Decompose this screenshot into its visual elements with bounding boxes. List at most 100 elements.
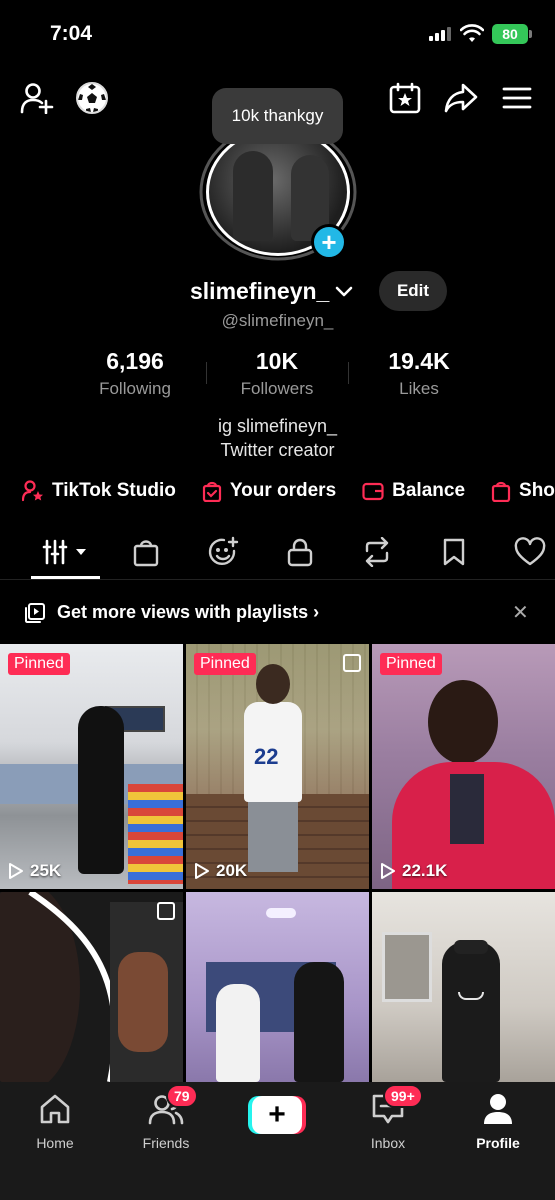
create-button[interactable]: + <box>248 1096 306 1134</box>
play-icon <box>381 863 395 879</box>
thumbnail-head <box>256 664 290 704</box>
lock-icon <box>287 538 313 567</box>
profile-icon <box>484 1094 512 1124</box>
view-count: 25K <box>8 861 61 881</box>
view-count: 22.1K <box>380 861 447 881</box>
video-thumbnail[interactable]: 22 Pinned 20K <box>186 644 369 889</box>
person-star-icon <box>22 480 43 502</box>
thumbnail-pants <box>248 802 298 872</box>
stat-likes[interactable]: 19.4K Likes <box>349 348 489 399</box>
tab-reposts[interactable] <box>359 534 395 570</box>
heart-icon <box>514 537 546 566</box>
stat-value: 19.4K <box>388 348 450 374</box>
playlist-banner[interactable]: Get more views with playlists › ✕ <box>0 590 555 634</box>
balance-link[interactable]: Balance <box>362 480 465 502</box>
link-label: Balance <box>392 480 466 501</box>
status-bar: 7:04 80 <box>0 0 555 70</box>
thumbnail-person <box>442 942 500 1082</box>
smiley-sparkle-icon <box>208 536 239 566</box>
shop-link[interactable]: Sho <box>491 480 555 502</box>
bio-line: Twitter creator <box>220 440 335 460</box>
bookmark-icon <box>443 538 465 566</box>
battery-tip <box>529 30 532 38</box>
edit-profile-button[interactable]: Edit <box>379 271 447 311</box>
close-icon[interactable]: ✕ <box>512 600 529 625</box>
link-label: TikTok Studio <box>52 480 176 501</box>
battery-indicator: 80 <box>492 24 528 44</box>
playlist-icon <box>25 603 45 623</box>
thumbnail-head <box>428 680 498 764</box>
thumbnail-hat <box>454 940 488 954</box>
profile-stats: 6,196 Following 10K Followers 19.4K Like… <box>0 348 555 404</box>
view-count-value: 25K <box>30 861 62 880</box>
tab-liked[interactable] <box>512 534 548 570</box>
stat-label: Following <box>99 379 171 398</box>
thumbnail-person <box>294 962 344 1082</box>
shop-bag-icon <box>491 481 511 502</box>
view-count-value: 20K <box>216 861 248 880</box>
bag-check-icon <box>202 481 221 502</box>
stat-followers[interactable]: 10K Followers <box>207 348 347 399</box>
video-thumbnail[interactable]: Pinned 25K <box>0 644 183 889</box>
nav-label: Home <box>36 1135 74 1151</box>
stat-following[interactable]: 6,196 Following <box>65 348 205 399</box>
soccer-ball-icon[interactable] <box>76 82 108 114</box>
thumbnail-jersey-number: 22 <box>254 744 279 769</box>
calendar-star-icon[interactable] <box>389 82 421 114</box>
bio-line: ig slimefineyn_ <box>217 416 338 436</box>
tiktok-studio-link[interactable]: TikTok Studio <box>22 480 176 502</box>
video-thumbnail[interactable]: Pinned 22.1K <box>372 644 555 889</box>
tab-private[interactable] <box>282 534 318 570</box>
wifi-icon <box>460 24 484 42</box>
thumbnail-person <box>118 952 168 1052</box>
shopping-bag-icon <box>133 540 159 567</box>
multi-photo-icon <box>157 902 175 920</box>
multi-photo-icon <box>343 654 361 672</box>
chevron-down-icon <box>336 286 353 296</box>
wallet-icon <box>362 482 384 501</box>
video-thumbnail[interactable] <box>372 892 555 1082</box>
username: slimefineyn_ <box>190 278 330 304</box>
your-orders-link[interactable]: Your orders <box>202 480 336 502</box>
nav-home[interactable]: Home <box>15 1092 95 1151</box>
view-count-value: 22.1K <box>402 861 448 880</box>
nav-label: Friends <box>142 1135 190 1151</box>
hamburger-menu-icon[interactable] <box>502 86 532 110</box>
video-grid: Pinned 25K 22 Pinned 20K Pinned 22.1K <box>0 644 555 1082</box>
thumbnail-ceiling-light <box>266 908 296 918</box>
user-handle: @slimefineyn_ <box>221 311 334 330</box>
add-story-button[interactable]: + <box>311 224 347 260</box>
link-label: Sho <box>519 480 555 501</box>
thumbnail-chain <box>458 992 484 1000</box>
view-count: 20K <box>194 861 247 881</box>
stat-label: Likes <box>399 379 439 398</box>
playlist-banner-text: Get more views with playlists › <box>57 602 320 622</box>
pinned-badge: Pinned <box>194 653 256 675</box>
pinned-badge: Pinned <box>380 653 442 675</box>
nav-profile[interactable]: Profile <box>458 1092 538 1151</box>
video-thumbnail[interactable] <box>186 892 369 1082</box>
profile-note-bubble[interactable]: 10k thankgy <box>212 88 343 144</box>
video-thumbnail[interactable] <box>0 892 183 1082</box>
thumbnail-snacks <box>128 784 183 884</box>
video-grid-icon <box>42 539 86 565</box>
status-time: 7:04 <box>50 22 93 45</box>
tab-favorites[interactable] <box>205 534 241 570</box>
repost-icon <box>365 537 389 567</box>
username-switcher[interactable]: slimefineyn_ <box>190 278 353 305</box>
active-tab-indicator <box>31 576 100 579</box>
thumbnail-window <box>382 932 432 1002</box>
nav-label: Profile <box>476 1135 520 1151</box>
content-tabs <box>0 528 555 580</box>
thumbnail-person <box>78 706 124 874</box>
pinned-badge: Pinned <box>8 653 70 675</box>
tab-shop[interactable] <box>128 534 164 570</box>
stat-label: Followers <box>240 379 314 398</box>
tab-saved[interactable] <box>436 534 472 570</box>
thumbnail-person <box>216 984 260 1082</box>
share-arrow-icon[interactable] <box>444 83 478 113</box>
person-plus-icon[interactable] <box>20 82 54 114</box>
nav-label: Inbox <box>370 1135 406 1151</box>
tab-videos[interactable] <box>40 534 92 570</box>
friends-badge: 79 <box>166 1084 198 1108</box>
